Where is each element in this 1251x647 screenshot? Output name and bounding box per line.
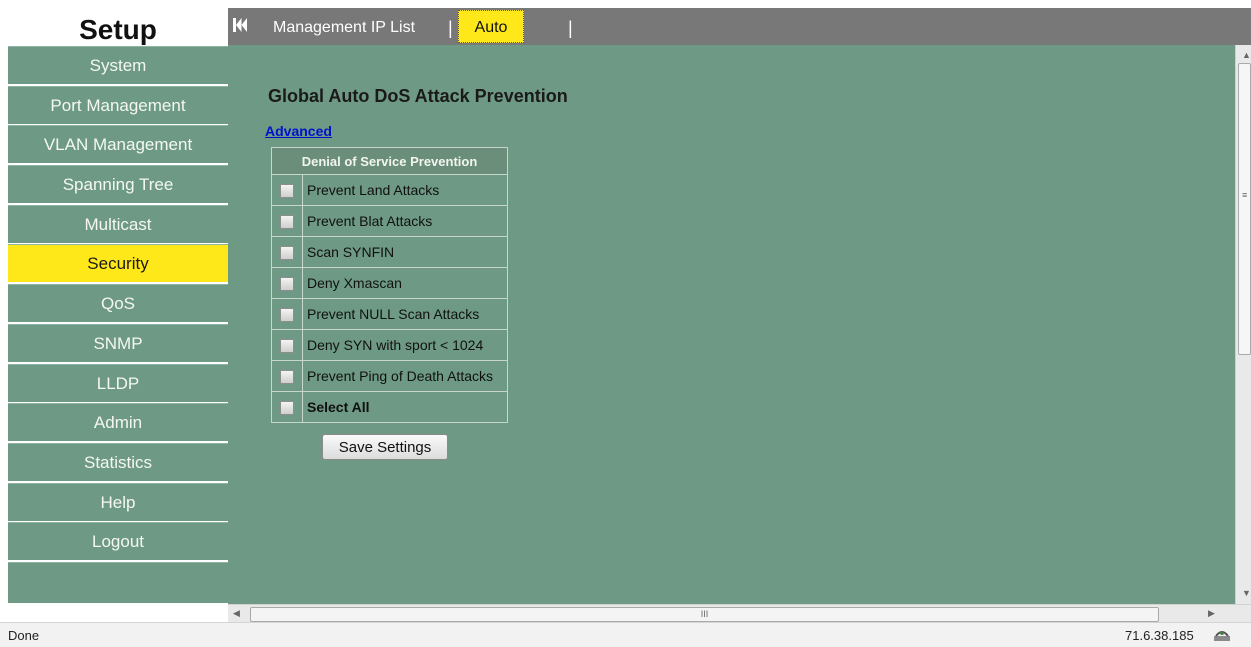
tab-bar: Management IP List | Auto DoS |: [228, 8, 1251, 69]
sidebar-item-admin[interactable]: Admin: [8, 403, 228, 442]
sidebar-item-vlan-management[interactable]: VLAN Management: [8, 125, 228, 164]
row-label: Scan SYNFIN: [302, 236, 508, 268]
status-ip: 71.6.38.185: [1125, 628, 1194, 643]
table-row: Deny SYN with sport < 1024: [271, 329, 508, 361]
row-label: Select All: [302, 391, 508, 423]
scan-synfin-checkbox[interactable]: [280, 246, 294, 261]
scroll-down-icon[interactable]: ▼: [1242, 588, 1251, 598]
deny-xmascan-checkbox[interactable]: [280, 277, 294, 292]
sidebar-item-help[interactable]: Help: [8, 482, 228, 521]
status-bar: Done 71.6.38.185: [0, 622, 1251, 647]
horizontal-scrollbar[interactable]: ◀ III ▶: [228, 604, 1251, 622]
table-row: Scan SYNFIN: [271, 236, 508, 268]
tab-separator: |: [448, 18, 453, 38]
status-text: Done: [8, 628, 40, 643]
table-row: Prevent Land Attacks: [271, 174, 508, 206]
row-label: Prevent Blat Attacks: [302, 205, 508, 237]
row-label: Prevent Land Attacks: [302, 174, 508, 206]
main-content: Global Auto DoS Attack Prevention Advanc…: [228, 45, 1235, 604]
sidebar-filler: [8, 561, 228, 603]
dos-prevention-table: Denial of Service Prevention Prevent Lan…: [271, 147, 508, 423]
prevent-blat-attacks-checkbox[interactable]: [280, 215, 294, 230]
tab-auto-dos[interactable]: Auto DoS: [458, 10, 524, 69]
table-row: Deny Xmascan: [271, 267, 508, 299]
vertical-scroll-thumb[interactable]: [1238, 63, 1251, 355]
advanced-link[interactable]: Advanced: [265, 123, 332, 139]
save-settings-button[interactable]: Save Settings: [322, 434, 448, 460]
table-row: Prevent Ping of Death Attacks: [271, 360, 508, 392]
sidebar-item-qos[interactable]: QoS: [8, 284, 228, 323]
sidebar-item-logout[interactable]: Logout: [8, 522, 228, 561]
skip-to-first-icon[interactable]: [233, 16, 247, 34]
sidebar-item-multicast[interactable]: Multicast: [8, 204, 228, 243]
sidebar-item-snmp[interactable]: SNMP: [8, 323, 228, 362]
tab-management-ip-list[interactable]: Management IP List: [273, 19, 415, 37]
table-header: Denial of Service Prevention: [271, 147, 508, 175]
select-all-checkbox[interactable]: [280, 401, 294, 416]
scroll-grip-icon: III: [700, 609, 709, 619]
network-icon: [1214, 631, 1230, 641]
sidebar-item-port-management[interactable]: Port Management: [8, 85, 228, 124]
scroll-left-icon[interactable]: ◀: [233, 608, 240, 619]
sidebar-item-security[interactable]: Security: [8, 244, 228, 283]
table-row: Prevent NULL Scan Attacks: [271, 298, 508, 330]
prevent-land-attacks-checkbox[interactable]: [280, 184, 294, 199]
vertical-scrollbar[interactable]: [1235, 45, 1251, 604]
scroll-right-icon[interactable]: ▶: [1208, 608, 1215, 619]
page-title: Global Auto DoS Attack Prevention: [268, 86, 568, 106]
sidebar-title: Setup: [8, 8, 228, 46]
deny-syn-sport-checkbox[interactable]: [280, 339, 294, 354]
tab-separator: |: [568, 18, 573, 38]
horizontal-scroll-thumb[interactable]: III: [250, 607, 1159, 622]
row-label: Prevent Ping of Death Attacks: [302, 360, 508, 392]
scroll-up-icon[interactable]: ▲: [1242, 50, 1251, 60]
table-row: Select All: [271, 391, 508, 423]
prevent-null-scan-checkbox[interactable]: [280, 308, 294, 323]
sidebar-item-statistics[interactable]: Statistics: [8, 442, 228, 481]
row-label: Deny Xmascan: [302, 267, 508, 299]
sidebar-item-system[interactable]: System: [8, 46, 228, 84]
sidebar: Setup System Port Management VLAN Manage…: [8, 8, 228, 604]
sidebar-item-spanning-tree[interactable]: Spanning Tree: [8, 165, 228, 204]
row-label: Deny SYN with sport < 1024: [302, 329, 508, 361]
row-label: Prevent NULL Scan Attacks: [302, 298, 508, 330]
table-row: Prevent Blat Attacks: [271, 205, 508, 237]
sidebar-item-lldp[interactable]: LLDP: [8, 363, 228, 402]
prevent-ping-of-death-checkbox[interactable]: [280, 370, 294, 385]
scroll-grip-icon: ≡: [1242, 190, 1248, 200]
